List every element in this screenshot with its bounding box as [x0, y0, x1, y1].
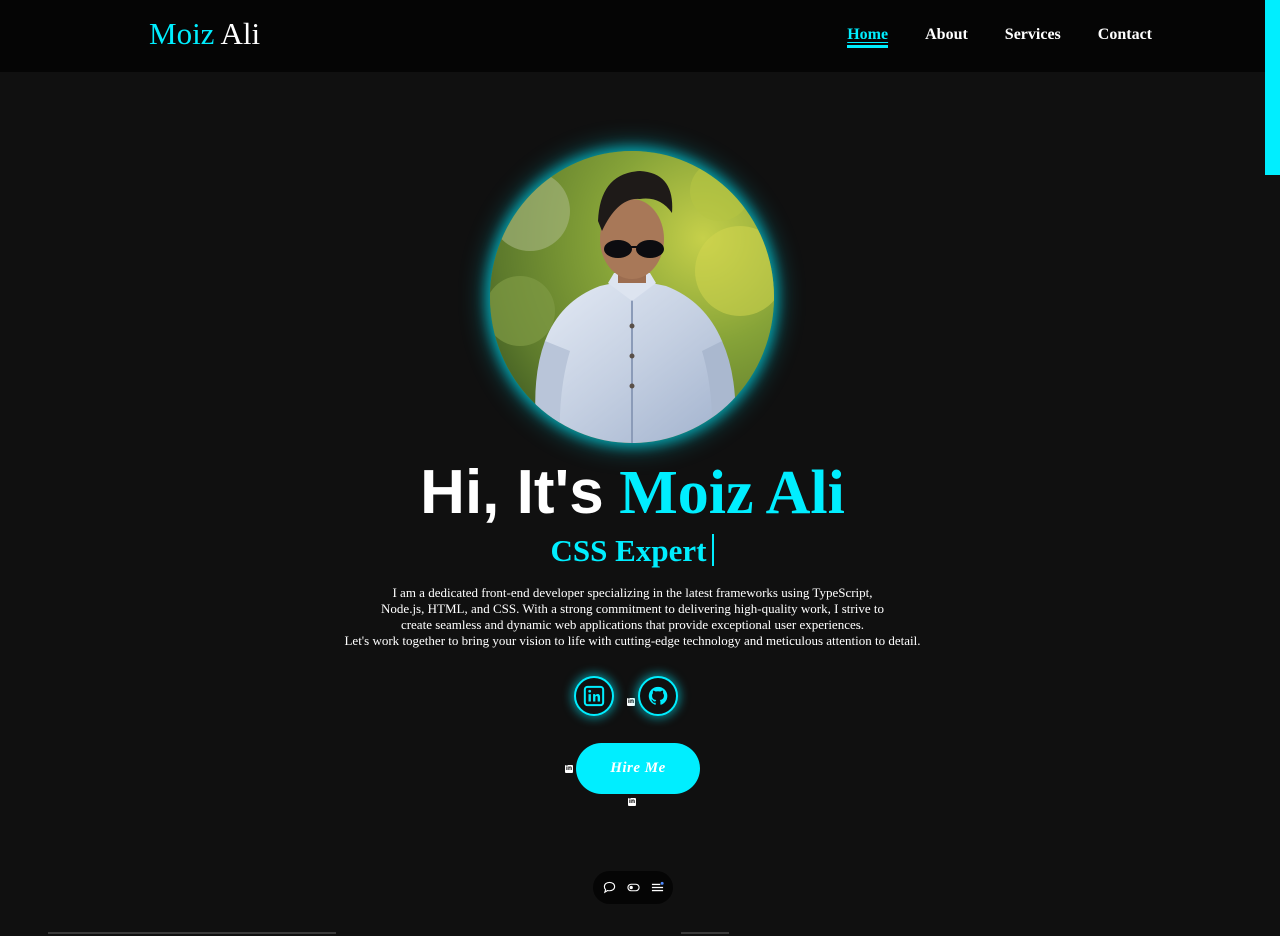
- github-button[interactable]: [638, 676, 678, 716]
- hero-bio: I am a dedicated front-end developer spe…: [0, 585, 1265, 649]
- linkedin-icon: [583, 685, 605, 707]
- hero-role: CSS Expert: [0, 532, 1265, 570]
- hero-headline: Hi, It's Moiz Ali: [0, 456, 1265, 530]
- hire-me-button[interactable]: Hire Me: [576, 743, 700, 794]
- linkedin-icon: in: [628, 798, 636, 806]
- nav-link-contact[interactable]: Contact: [1098, 25, 1152, 48]
- toggle-icon: [626, 883, 640, 892]
- logo[interactable]: Moiz Ali: [149, 14, 260, 54]
- linkedin-icon: in: [627, 698, 635, 706]
- bio-line: Node.js, HTML, and CSS. With a strong co…: [381, 601, 884, 616]
- profile-photo-illustration: [490, 151, 774, 443]
- github-icon: [648, 686, 668, 705]
- typing-cursor: [712, 534, 715, 566]
- bio-line: I am a dedicated front-end developer spe…: [392, 585, 873, 600]
- comment-button[interactable]: [602, 881, 616, 895]
- bottom-divider: [48, 932, 336, 934]
- bottom-divider: [681, 932, 729, 934]
- scrollbar-thumb[interactable]: [1265, 0, 1280, 175]
- nav-link-services[interactable]: Services: [1005, 25, 1061, 48]
- navbar: Moiz Ali Home About Services Contact: [0, 0, 1265, 72]
- scrollbar-track[interactable]: [1265, 0, 1280, 936]
- portfolio-page: Moiz Ali Home About Services Contact Hi,…: [0, 0, 1280, 936]
- logo-last-name: Ali: [220, 16, 261, 51]
- bio-line: Let's work together to bring your vision…: [344, 633, 921, 648]
- linkedin-button[interactable]: [574, 676, 614, 716]
- role-text: CSS Expert: [550, 533, 707, 568]
- nav-link-home[interactable]: Home: [847, 25, 889, 48]
- hero-name: Moiz Ali: [619, 459, 845, 527]
- hero-greeting: Hi, It's: [420, 458, 604, 527]
- toggle-button[interactable]: [626, 881, 640, 895]
- bio-line: create seamless and dynamic web applicat…: [400, 617, 865, 632]
- logo-first-name: Moiz: [149, 16, 215, 51]
- linkedin-icon: in: [565, 765, 573, 773]
- nav-link-about[interactable]: About: [925, 25, 968, 48]
- profile-photo: [490, 151, 774, 443]
- floating-toolbar: [593, 871, 673, 904]
- menu-button[interactable]: [650, 881, 664, 895]
- main-nav: Home About Services Contact: [810, 25, 1152, 48]
- comment-icon: [603, 881, 615, 894]
- menu-icon: [651, 881, 664, 892]
